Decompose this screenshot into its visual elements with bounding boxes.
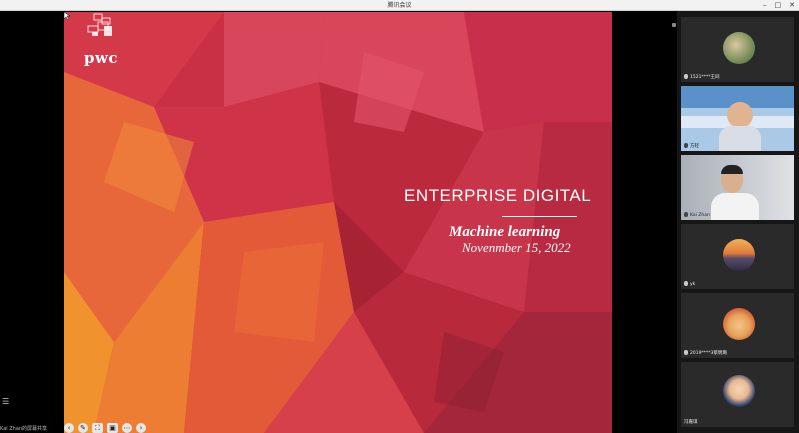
participant-name: Kai Zhan: [690, 213, 710, 218]
video-feed-shirt: [719, 126, 761, 151]
next-icon[interactable]: ›: [136, 422, 146, 433]
slide-date: Novenmber 15, 2022: [462, 240, 571, 255]
video-feed-shirt: [711, 193, 759, 220]
avatar: [723, 239, 755, 271]
more-icon[interactable]: ⋯: [122, 422, 132, 433]
video-feed-person: [727, 102, 753, 128]
fullscreen-icon[interactable]: ⛶: [92, 422, 103, 433]
slide-background: [64, 12, 612, 433]
microphone-icon: [684, 281, 688, 286]
slide-subtitle: Machine learning: [449, 224, 561, 240]
previous-icon[interactable]: ‹: [64, 422, 74, 433]
close-button[interactable]: ✕: [789, 0, 795, 11]
window-titlebar: 腾讯会议 – □ ✕: [0, 0, 799, 11]
mouse-cursor-icon: [64, 12, 70, 20]
annotate-icon[interactable]: ✎: [78, 422, 88, 433]
presentation-slide: pwc ENTERPRISE DIGITAL Machine learning …: [64, 12, 612, 433]
participant-tile[interactable]: 2019****3蔡明璐: [681, 293, 794, 358]
pwc-logo-text: pwc: [84, 49, 119, 67]
window-title: 腾讯会议: [387, 2, 412, 9]
participant-name: 2019****3蔡明璐: [690, 351, 727, 356]
maximize-button[interactable]: □: [775, 0, 782, 11]
participant-tile[interactable]: yk: [681, 224, 794, 289]
menu-icon[interactable]: ☰: [2, 398, 9, 406]
microphone-icon: [684, 74, 688, 79]
participant-name: 方轻: [690, 144, 699, 149]
panel-toggle-icon[interactable]: [672, 23, 676, 27]
avatar: [723, 32, 755, 64]
microphone-icon: [684, 212, 688, 217]
participant-tile[interactable]: 1521****王同: [681, 17, 794, 82]
pwc-logo: [87, 13, 112, 36]
participant-name: 1521****王同: [690, 75, 720, 80]
microphone-icon: [684, 143, 688, 148]
window-controls: – □ ✕: [763, 0, 795, 11]
participant-tile[interactable]: Kai Zhan: [681, 155, 794, 220]
participant-tile[interactable]: 方轻: [681, 86, 794, 151]
minimize-button[interactable]: –: [763, 0, 767, 11]
avatar: [723, 308, 755, 340]
microphone-icon: [684, 350, 688, 355]
participant-name: yk: [690, 282, 696, 287]
shared-screen-area: pwc ENTERPRISE DIGITAL Machine learning …: [0, 11, 677, 433]
video-icon[interactable]: ▣: [107, 422, 118, 433]
participants-panel: 1521****王同 方轻 Kai Zhan yk 2019****3蔡明璐 冯…: [677, 11, 799, 433]
screen-share-owner-label: Kai Zhan的屏幕共享: [0, 426, 48, 432]
participant-tile[interactable]: 冯嘉琪: [681, 362, 794, 427]
avatar: [723, 375, 755, 407]
slide-title: ENTERPRISE DIGITAL: [404, 186, 592, 205]
share-toolbar: ‹ ✎ ⛶ ▣ ⋯ ›: [64, 422, 146, 433]
participant-name: 冯嘉琪: [684, 420, 698, 425]
title-divider: [502, 216, 577, 217]
video-feed-hair: [721, 165, 743, 174]
